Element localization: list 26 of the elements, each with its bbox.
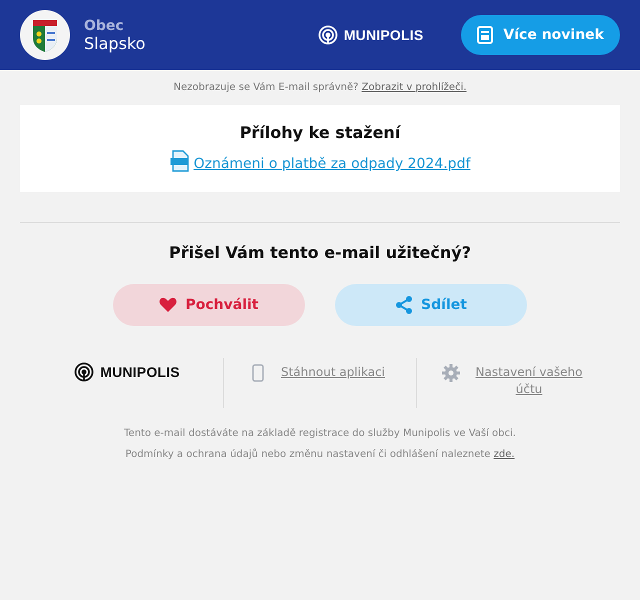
attachments-title: Přílohy ke stažení bbox=[240, 123, 400, 142]
org-label: Obec bbox=[84, 18, 125, 34]
view-in-browser-link[interactable]: Zobrazit v prohlížeči. bbox=[362, 82, 467, 93]
phone-icon bbox=[252, 364, 264, 382]
share-icon bbox=[395, 296, 414, 314]
registration-notice: Tento e-mail dostáváte na základě registrace do služby Munipolis ve Vaší obci. bbox=[123, 428, 517, 439]
org-name: Slapsko bbox=[84, 34, 146, 52]
notice-text: Nezobrazuje se Vám E-mail správně? bbox=[173, 82, 358, 93]
here-link[interactable]: zde. bbox=[494, 449, 515, 460]
antenna-icon bbox=[318, 25, 338, 45]
heart-icon bbox=[159, 297, 178, 313]
download-app-link[interactable]: Stáhnout aplikaci bbox=[278, 364, 388, 381]
praise-button[interactable]: Pochválit bbox=[113, 284, 305, 326]
share-button[interactable]: Sdílet bbox=[335, 284, 527, 326]
pdf-file-icon bbox=[170, 150, 190, 172]
gear-icon bbox=[442, 364, 460, 382]
feedback-question: Přišel Vám tento e-mail užitečný? bbox=[169, 243, 471, 262]
account-settings-link[interactable]: Nastavení vašeho účtu bbox=[474, 364, 584, 398]
footer-brand-name: MUNIPOLIS bbox=[100, 364, 180, 380]
antenna-icon bbox=[74, 362, 94, 382]
terms-notice: Podmínky a ochrana údajů nebo změnu nastavení či odhlášení naleznete zde. bbox=[124, 449, 516, 460]
newspaper-icon bbox=[477, 26, 494, 44]
brand-name: MUNIPOLIS bbox=[344, 27, 424, 43]
attachment-link[interactable]: Oznámeni o platbě za odpady 2024.pdf bbox=[194, 156, 470, 172]
more-news-button[interactable]: Více novinek bbox=[461, 15, 620, 55]
coat-of-arms-logo bbox=[20, 10, 70, 60]
